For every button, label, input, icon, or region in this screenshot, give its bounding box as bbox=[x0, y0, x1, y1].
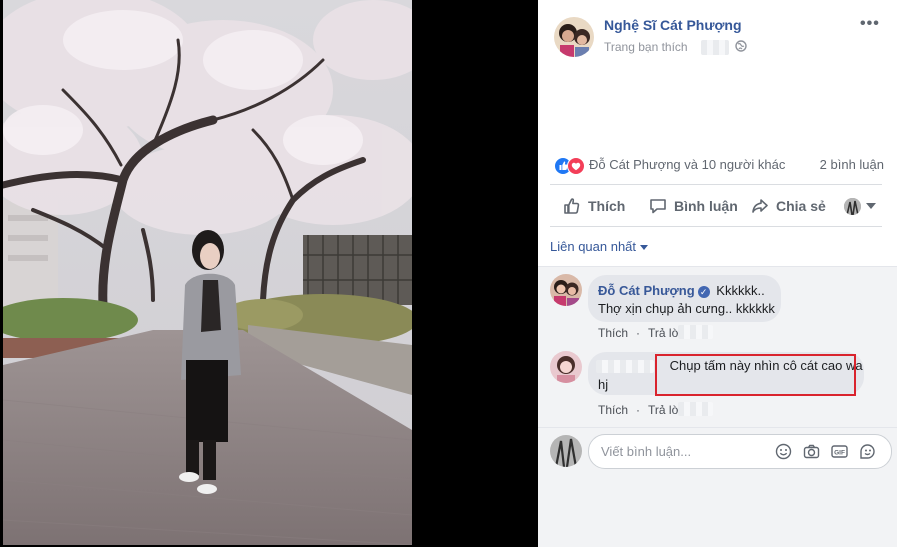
comment-like-link[interactable]: Thích bbox=[598, 326, 628, 340]
caret-down-icon bbox=[640, 245, 649, 251]
share-button[interactable]: Chia sẻ bbox=[750, 188, 826, 224]
post-panel: Nghệ Sĩ Cát Phượng Trang bạn thích ••• Đ… bbox=[538, 0, 897, 547]
profile-avatar-small bbox=[844, 197, 861, 215]
like-button[interactable]: Thích bbox=[562, 188, 625, 224]
photo-viewer bbox=[0, 0, 538, 547]
comment-input-placeholder: Viết bình luận... bbox=[601, 444, 692, 459]
redacted-timestamp bbox=[701, 40, 729, 55]
emoji-icon[interactable] bbox=[775, 443, 792, 460]
commenter-avatar[interactable] bbox=[550, 274, 582, 306]
comment-button[interactable]: Bình luận bbox=[648, 188, 738, 224]
share-icon bbox=[752, 199, 768, 213]
post-actions-bar: Thích Bình luận Chia sẻ bbox=[550, 188, 882, 224]
redacted-timestamp bbox=[678, 402, 713, 416]
comment-reply-link[interactable]: Trả lời bbox=[648, 326, 682, 340]
comment-count[interactable]: 2 bình luận bbox=[820, 157, 884, 172]
sticker-icon[interactable] bbox=[859, 443, 876, 460]
redacted-timestamp bbox=[678, 325, 713, 339]
comment-sort-dropdown[interactable]: Liên quan nhất bbox=[550, 239, 649, 254]
more-options-button[interactable]: ••• bbox=[860, 15, 880, 33]
love-reaction-icon bbox=[567, 157, 585, 175]
divider bbox=[538, 266, 897, 267]
camera-icon[interactable] bbox=[803, 443, 820, 460]
post-as-selector[interactable] bbox=[844, 188, 876, 224]
divider bbox=[550, 226, 882, 227]
comment-label: Bình luận bbox=[674, 198, 738, 214]
sort-label: Liên quan nhất bbox=[550, 239, 637, 254]
comment-input[interactable]: Viết bình luận... GIF bbox=[588, 434, 892, 469]
like-label: Thích bbox=[588, 198, 626, 214]
gif-icon[interactable]: GIF bbox=[831, 443, 848, 460]
globe-icon bbox=[735, 40, 747, 52]
reactions-summary[interactable]: Đỗ Cát Phượng và 10 người khác bbox=[589, 157, 785, 172]
chevron-down-icon bbox=[866, 203, 876, 209]
comment-author[interactable]: Đỗ Cát Phượng bbox=[598, 283, 695, 298]
page-subtitle: Trang bạn thích bbox=[604, 40, 688, 54]
comment-text-line2: Thợ xịn chụp ảh cưng.. kkkkkk bbox=[598, 301, 775, 316]
highlight-box bbox=[655, 354, 856, 396]
comment-icon bbox=[650, 199, 666, 214]
comment-like-link[interactable]: Thích bbox=[598, 403, 628, 417]
comment-bubble: Đỗ Cát Phượng ✓ Kkkkkk.. Thợ xịn chụp ảh … bbox=[588, 275, 781, 322]
commenter-avatar[interactable] bbox=[550, 351, 582, 383]
comment-text-line2: hj bbox=[598, 377, 609, 392]
share-label: Chia sẻ bbox=[776, 198, 826, 214]
divider bbox=[538, 427, 897, 428]
page-avatar[interactable] bbox=[554, 17, 594, 57]
svg-text:GIF: GIF bbox=[834, 450, 845, 457]
composer-avatar bbox=[550, 435, 582, 467]
post-photo[interactable] bbox=[3, 0, 412, 545]
verified-badge-icon: ✓ bbox=[697, 285, 710, 298]
comment-text: Kkkkkk.. bbox=[716, 283, 765, 298]
thumbs-up-icon bbox=[564, 198, 580, 214]
comment-reply-link[interactable]: Trả lời bbox=[648, 403, 682, 417]
redacted-author-name bbox=[596, 360, 654, 374]
divider bbox=[550, 184, 882, 185]
page-name[interactable]: Nghệ Sĩ Cát Phượng bbox=[604, 17, 742, 33]
reactions-bar[interactable]: Đỗ Cát Phượng và 10 người khác 2 bình lu… bbox=[554, 157, 884, 175]
